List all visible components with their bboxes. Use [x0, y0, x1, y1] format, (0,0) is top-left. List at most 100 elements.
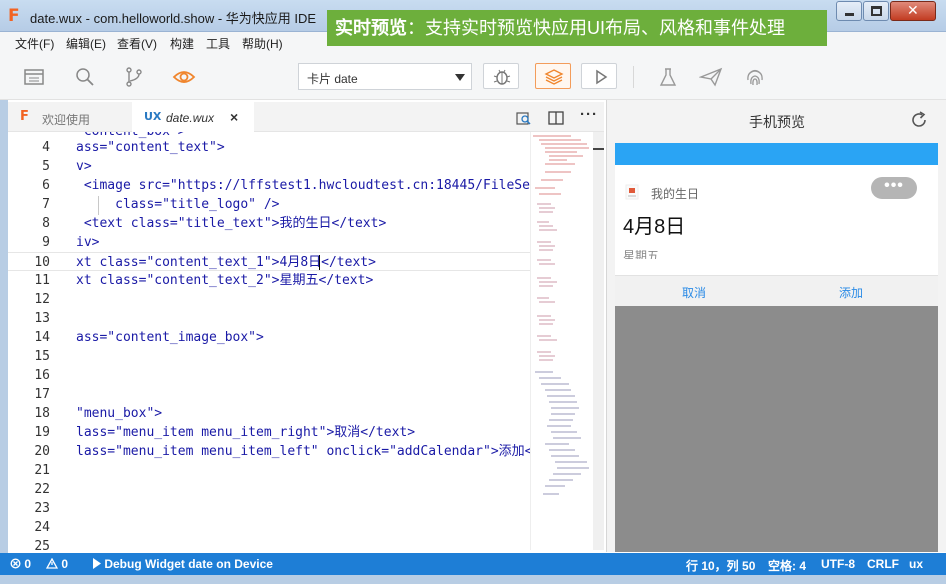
code-line: 22 [8, 480, 530, 499]
card-weekday: 星期五 [623, 249, 660, 259]
code-line: 16 [8, 366, 530, 385]
code-editor[interactable]: "content_box"> 4ass="content_text"> 5v> … [8, 132, 530, 550]
scrollbar-position-marker [593, 148, 604, 150]
line-number: 13 [34, 311, 50, 326]
code-text: ass="content_image_box"> [76, 330, 264, 345]
ux-file-icon: UX [144, 110, 162, 123]
refresh-icon[interactable] [909, 110, 929, 130]
editor-tab-bar: F 欢迎使用 UX date.wux × ··· [8, 102, 604, 132]
text-caret [319, 255, 320, 270]
cancel-button[interactable]: 取消 [682, 284, 706, 301]
window-frame-bottom [0, 575, 946, 584]
line-number: 11 [34, 273, 50, 288]
debug-status[interactable]: Debug Widget date on Device [92, 557, 273, 571]
code-line: 20 lass="menu_item menu_item_left" onclic… [8, 442, 530, 461]
line-number: 20 [34, 444, 50, 459]
fingerprint-icon[interactable] [744, 66, 766, 88]
git-icon[interactable] [123, 66, 145, 88]
current-code-line: 10 xt class="content_text_1">4月8日</text> [8, 252, 530, 271]
menu-build[interactable]: 构建 [170, 35, 194, 52]
menu-help[interactable]: 帮助(H) [242, 35, 283, 52]
editor-scrollbar[interactable] [593, 132, 604, 550]
menu-tools[interactable]: 工具 [206, 35, 230, 52]
error-icon [10, 558, 21, 569]
line-number: 17 [34, 387, 50, 402]
menu-view[interactable]: 查看(V) [117, 35, 157, 52]
maximize-button[interactable] [863, 1, 889, 21]
encoding-setting[interactable]: UTF-8 [821, 557, 855, 571]
line-number: 22 [34, 482, 50, 497]
code-minimap[interactable] [530, 132, 592, 550]
open-preview-icon[interactable] [516, 110, 532, 126]
line-number: 6 [42, 178, 50, 193]
title-logo-icon [625, 184, 639, 200]
code-text: class="title_logo" /> [76, 197, 280, 212]
line-number: 15 [34, 349, 50, 364]
card-menu-box: 取消 添加 [615, 275, 938, 306]
code-line: 4 ass="content_text"> [8, 138, 530, 157]
feature-banner: 实时预览：支持实时预览快应用UI布局、风格和事件处理 [327, 10, 827, 46]
add-calendar-button[interactable]: 添加 [839, 284, 863, 301]
code-text: v> [76, 159, 92, 174]
tab-welcome[interactable]: F 欢迎使用 [8, 102, 132, 132]
run-button[interactable] [581, 63, 617, 89]
debug-status-text: Debug Widget date on Device [104, 557, 273, 571]
debug-bug-icon [493, 69, 511, 85]
banner-bold: 实时预览 [335, 18, 407, 38]
banner-text: ：支持实时预览快应用UI布局、风格和事件处理 [407, 18, 785, 38]
tab-date-wux[interactable]: UX date.wux × [132, 102, 254, 132]
line-number: 25 [34, 539, 50, 550]
close-window-button[interactable]: ✕ [890, 1, 936, 21]
chevron-down-icon [455, 74, 465, 81]
line-number: 23 [34, 501, 50, 516]
send-icon[interactable] [699, 66, 723, 88]
warning-count[interactable]: 0 [45, 557, 68, 571]
menu-edit[interactable]: 编辑(E) [66, 35, 106, 52]
minimize-icon [845, 13, 854, 16]
line-number: 7 [42, 197, 50, 212]
preview-title: 手机预览 [749, 114, 805, 130]
explorer-icon[interactable] [23, 66, 45, 88]
maximize-icon [871, 6, 882, 16]
line-number: 14 [34, 330, 50, 345]
error-count[interactable]: 0 [10, 557, 31, 571]
code-line: 13 [8, 309, 530, 328]
line-number: 16 [34, 368, 50, 383]
preview-eye-icon[interactable] [172, 66, 196, 88]
line-number: 10 [34, 255, 50, 270]
card-date: 4月8日 [623, 216, 686, 238]
layers-button[interactable] [535, 63, 571, 89]
close-tab-icon[interactable]: × [230, 109, 238, 125]
device-select[interactable]: 卡片 date [298, 63, 472, 90]
phone-screen: 我的生日 ••• 4月8日 星期五 取消 添加 [615, 143, 938, 552]
code-text: "menu_box"> [76, 406, 163, 421]
menu-file[interactable]: 文件(F) [15, 35, 54, 52]
run-play-icon [596, 69, 608, 85]
eol-setting[interactable]: CRLF [867, 557, 899, 571]
welcome-tab-icon: F [20, 109, 29, 124]
more-actions-icon[interactable]: ··· [580, 106, 598, 123]
debug-button[interactable] [483, 63, 519, 89]
line-number: 4 [42, 140, 50, 155]
code-line: 7 class="title_logo" /> [8, 195, 530, 214]
tab-label: date.wux [166, 111, 215, 125]
code-line: 17 [8, 385, 530, 404]
indent-setting[interactable]: 空格: 4 [768, 557, 806, 574]
code-text: <image src="https://lffstest1.hwcloudtes… [76, 178, 530, 193]
close-icon: ✕ [907, 2, 919, 18]
split-editor-icon[interactable] [548, 110, 564, 126]
line-number: 18 [34, 406, 50, 421]
code-line: 12 [8, 290, 530, 309]
test-flask-icon[interactable] [657, 66, 679, 88]
code-line: 11 xt class="content_text_2">星期五</text> [8, 271, 530, 290]
line-number: 5 [42, 159, 50, 174]
tab-label: 欢迎使用 [42, 113, 91, 127]
minimize-button[interactable] [836, 1, 862, 21]
search-icon[interactable] [74, 66, 96, 88]
line-number: 21 [34, 463, 50, 478]
language-mode[interactable]: ux [909, 557, 923, 571]
cursor-position[interactable]: 行 10，列 50 [686, 557, 755, 574]
code-line: 14 ass="content_image_box"> [8, 328, 530, 347]
phone-status-bar [615, 143, 938, 165]
more-menu-button[interactable]: ••• [871, 177, 917, 199]
